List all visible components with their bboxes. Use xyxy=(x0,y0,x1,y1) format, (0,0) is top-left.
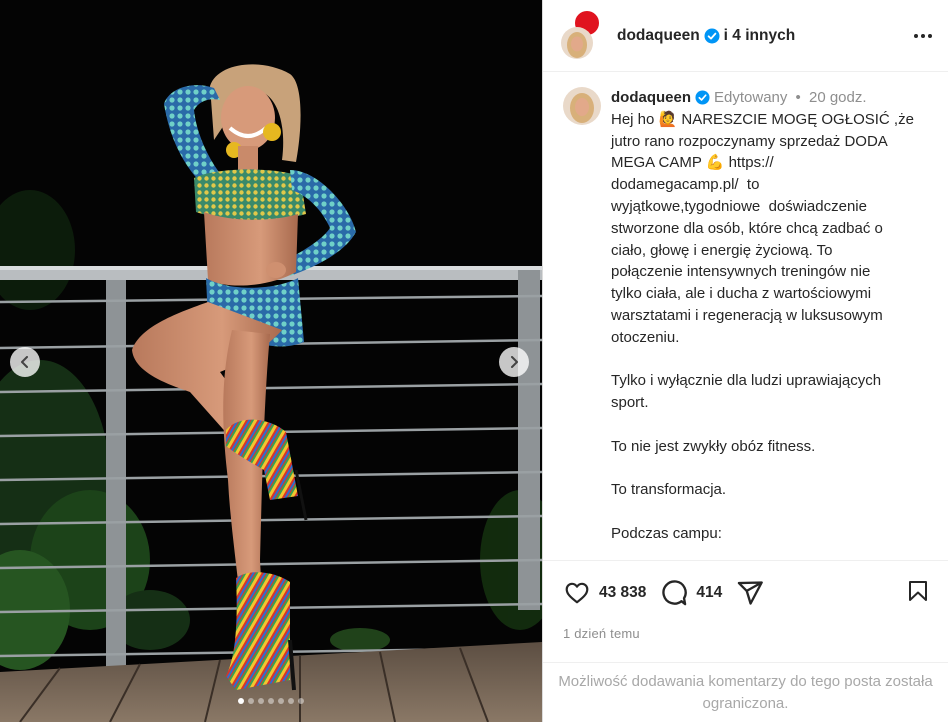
save-button[interactable] xyxy=(906,578,930,609)
verified-badge-icon xyxy=(695,90,710,105)
caption-author-username[interactable]: dodaqueen xyxy=(611,89,691,106)
caption-line xyxy=(611,458,938,480)
heart-icon xyxy=(565,582,589,604)
caption: dodaqueen Edytowany • 20 godz. Hej ho 🙋 N… xyxy=(563,87,938,545)
comments-restricted-notice: Możliwość dodawania komentarzy do tego p… xyxy=(543,662,948,722)
carousel-dot xyxy=(258,698,264,704)
caption-author-avatar[interactable] xyxy=(563,87,601,125)
caption-line: Hej ho 🙋 NARESZCIE MOGĘ OGŁOSIĆ ,że xyxy=(611,110,914,128)
caption-line: jutro rano rozpoczynamy sprzedaż DODA xyxy=(611,132,888,150)
carousel-dot xyxy=(288,698,294,704)
comment-bubble-icon xyxy=(662,580,688,606)
more-options-button[interactable] xyxy=(914,33,932,38)
like-count[interactable]: 43 838 xyxy=(599,584,646,602)
carousel-dot xyxy=(268,698,274,704)
bookmark-icon xyxy=(909,580,927,601)
caption-line: ciało, głowę i energię życiową. To xyxy=(611,241,833,259)
verified-badge-icon xyxy=(704,28,720,43)
caption-line: warsztatami i regeneracją w luksusowym xyxy=(611,306,883,324)
caption-line[interactable]: dodamegacamp.pl/ to xyxy=(611,174,938,196)
comment-button[interactable]: 414 xyxy=(660,579,722,607)
share-button[interactable] xyxy=(736,579,764,607)
caption-line xyxy=(611,414,938,436)
carousel-dot xyxy=(278,698,284,704)
author-avatar-group[interactable] xyxy=(561,8,601,59)
post-media[interactable] xyxy=(0,0,542,722)
caption-line: To nie jest zwykły obóz fitness. xyxy=(611,437,816,455)
author-avatar[interactable] xyxy=(561,26,593,59)
caption-line: Tylko i wyłącznie dla ludzi uprawiającyc… xyxy=(611,372,882,390)
carousel-dot xyxy=(238,698,244,704)
carousel-indicator xyxy=(0,698,542,704)
chevron-right-icon xyxy=(511,356,518,368)
carousel-prev-button[interactable] xyxy=(10,347,40,377)
paper-plane-icon xyxy=(738,581,764,605)
chevron-left-icon xyxy=(21,356,28,368)
post-header: dodaqueen i 4 innych xyxy=(543,0,948,72)
more-options-icon xyxy=(914,33,918,38)
caption-line xyxy=(611,501,938,523)
caption-line: To transformacja. xyxy=(611,481,727,499)
post-photo xyxy=(0,64,542,722)
post-date[interactable]: 1 dzień temu xyxy=(563,626,930,641)
caption-text: Hej ho 🙋 NARESZCIE MOGĘ OGŁOSIĆ ,że jutro… xyxy=(611,109,938,545)
carousel-next-button[interactable] xyxy=(499,347,529,377)
collaborators-link[interactable]: i 4 innych xyxy=(724,27,796,45)
caption-line: Podczas campu: xyxy=(611,524,722,542)
caption-scroll-area[interactable]: dodaqueen Edytowany • 20 godz. Hej ho 🙋 N… xyxy=(543,73,948,560)
carousel-dot xyxy=(248,698,254,704)
edited-label: Edytowany xyxy=(714,89,788,106)
caption-line: wyjątkowe,tygodniowe doświadczenie xyxy=(611,197,867,215)
caption-line xyxy=(611,349,938,371)
caption-line: stworzone dla osób, które chcą zadbać o xyxy=(611,219,883,237)
caption-line: tylko ciała, ale i ducha z wartościowymi xyxy=(611,285,872,303)
comment-count: 414 xyxy=(696,584,723,601)
caption-line: połączenie intensywnych treningów nie xyxy=(611,263,871,281)
author-username[interactable]: dodaqueen xyxy=(617,27,700,45)
like-button[interactable]: 43 838 xyxy=(563,580,646,606)
post-details-panel: dodaqueen i 4 innych dodaqueen Edytowany… xyxy=(542,0,948,722)
caption-line: sport. xyxy=(611,394,649,412)
action-bar: 43 838 414 1 dzień temu xyxy=(543,560,948,662)
caption-line[interactable]: MEGA CAMP 💪 https:// xyxy=(611,152,938,174)
carousel-dot xyxy=(298,698,304,704)
caption-line: otoczeniu. xyxy=(611,328,680,346)
post-time[interactable]: 20 godz. xyxy=(809,89,867,106)
